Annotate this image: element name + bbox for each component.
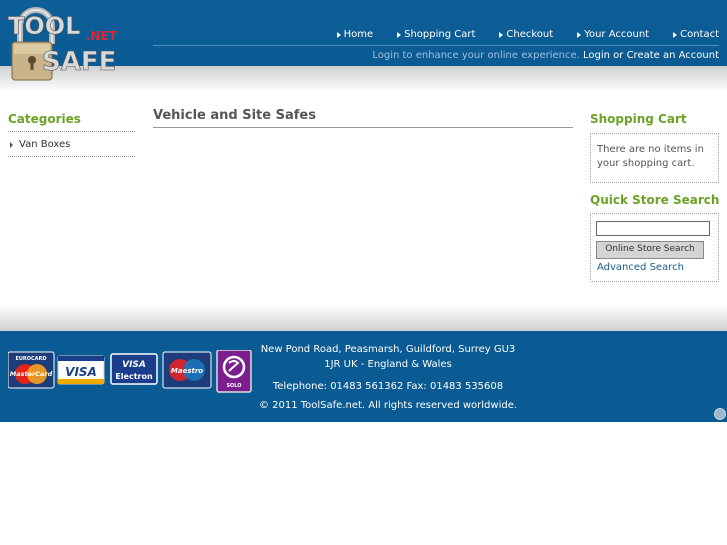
logo-text-net: .NET (86, 29, 118, 43)
nav-home[interactable]: Home (336, 29, 374, 40)
advanced-search-link[interactable]: Advanced Search (597, 262, 684, 273)
site-logo[interactable]: TOOL SAFE .NET (6, 4, 118, 82)
nav-shopping-cart-label: Shopping Cart (404, 29, 476, 40)
nav-checkout[interactable]: Checkout (499, 29, 553, 40)
categories-divider (8, 131, 135, 132)
shopping-cart-heading: Shopping Cart (590, 112, 687, 126)
nav-arrow-icon (397, 31, 402, 38)
search-button[interactable]: Online Store Search (596, 241, 704, 259)
login-link[interactable]: Login or Create an Account (583, 50, 719, 61)
page-title-divider (153, 127, 573, 128)
category-item-van-boxes[interactable]: Van Boxes (10, 139, 70, 150)
cart-empty-text: There are no items in your shopping cart… (597, 144, 704, 169)
categories-divider (8, 156, 135, 157)
solo-label: SOLO (226, 383, 241, 389)
login-bar: Login to enhance your online experience.… (372, 50, 719, 61)
maestro-label: Maestro (171, 367, 203, 375)
visa-electron-top-label: VISA (122, 360, 146, 370)
nav-divider (153, 45, 719, 46)
solo-icon: SOLO (216, 350, 252, 393)
logo-text-tool: TOOL (8, 12, 80, 40)
padlock-logo-icon: TOOL SAFE .NET (8, 7, 118, 81)
visa-label: VISA (65, 365, 97, 379)
mastercard-top-label: EUROCARD (15, 356, 46, 362)
nav-contact-label: Contact (680, 29, 719, 40)
nav-arrow-icon (499, 31, 504, 38)
ssl-badge-icon (714, 408, 726, 420)
category-item-label: Van Boxes (19, 139, 71, 150)
footer-info: New Pond Road, Peasmarsh, Guildford, Sur… (252, 342, 524, 415)
logo-text-safe: SAFE (42, 47, 116, 77)
maestro-icon: Maestro (162, 351, 212, 389)
mastercard-label: MasterCard (10, 370, 53, 378)
quick-search-heading: Quick Store Search (590, 193, 720, 207)
mastercard-icon: EUROCARD MasterCard (8, 351, 55, 389)
nav-checkout-label: Checkout (506, 29, 554, 40)
nav-arrow-icon (577, 31, 582, 38)
nav-your-account[interactable]: Your Account (577, 29, 649, 40)
login-prompt: Login to enhance your online experience. (372, 50, 580, 61)
visa-electron-icon: VISA Electron (110, 353, 158, 385)
footer-phone: Telephone: 01483 561362 Fax: 01483 53560… (272, 381, 504, 392)
nav-shopping-cart[interactable]: Shopping Cart (397, 29, 475, 40)
page-title: Vehicle and Site Safes (153, 108, 316, 123)
footer-shadow (0, 304, 727, 331)
category-arrow-icon (10, 141, 13, 148)
nav-contact[interactable]: Contact (673, 29, 719, 40)
footer-copyright: © 2011 ToolSafe.net. All rights reserved… (258, 400, 518, 411)
quick-search-box: Online Store Search Advanced Search (590, 213, 719, 282)
visa-electron-label: Electron (115, 372, 153, 381)
nav-your-account-label: Your Account (584, 29, 650, 40)
nav-arrow-icon (673, 31, 678, 38)
payment-cards: EUROCARD MasterCard VISA VISA Electron M… (8, 350, 252, 393)
shopping-cart-box: There are no items in your shopping cart… (590, 133, 719, 183)
visa-icon: VISA (57, 355, 105, 385)
footer-address: New Pond Road, Peasmarsh, Guildford, Sur… (260, 344, 516, 370)
categories-heading: Categories (8, 112, 81, 126)
search-input[interactable] (596, 221, 710, 236)
nav-home-label: Home (343, 29, 374, 40)
top-nav: Home Shopping Cart Checkout Your Account… (313, 29, 719, 40)
nav-arrow-icon (336, 31, 341, 38)
